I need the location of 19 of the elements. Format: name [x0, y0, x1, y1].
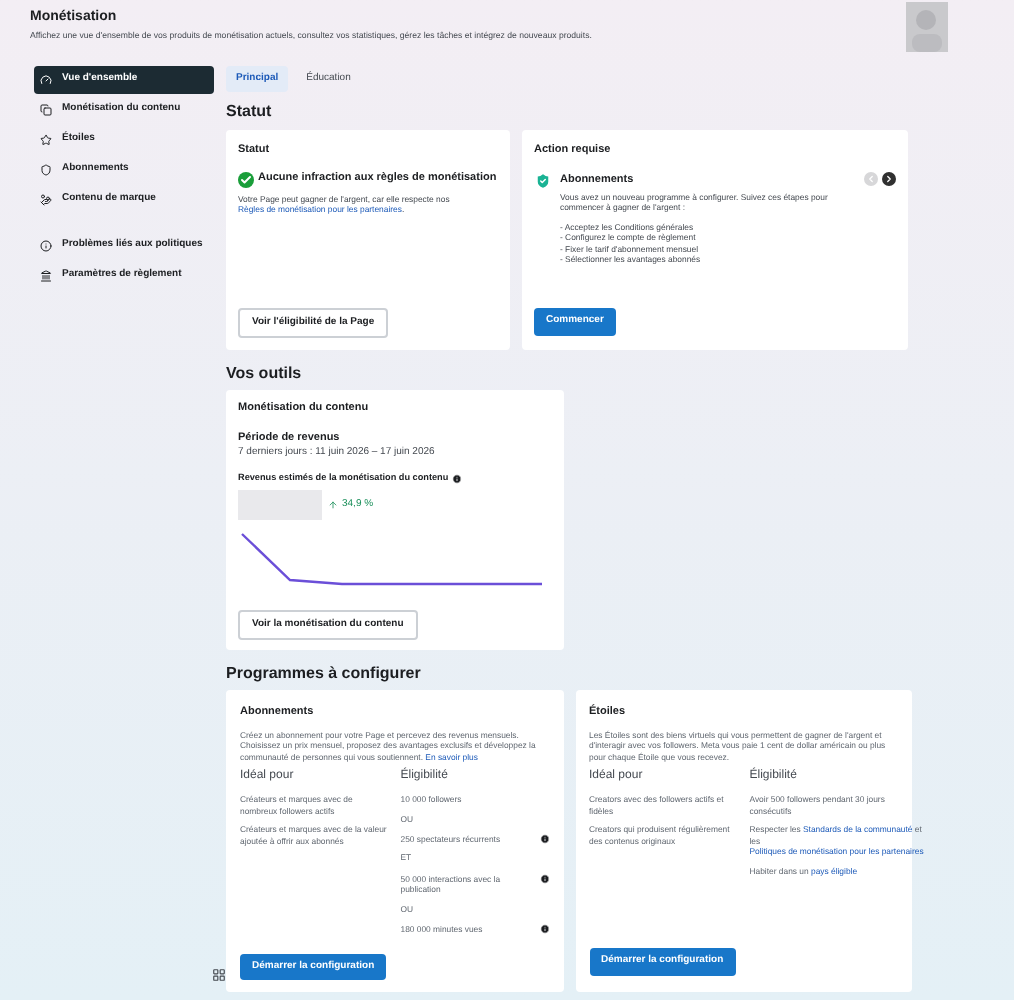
grid-icon[interactable] [212, 968, 226, 982]
info-icon[interactable] [539, 833, 549, 844]
section-heading: Vos outils [226, 362, 304, 387]
next-button[interactable] [882, 172, 896, 187]
info-icon[interactable] [452, 474, 463, 485]
bank-icon [40, 269, 52, 282]
info-icon [40, 239, 52, 252]
shield-icon [534, 171, 552, 190]
check-icon [238, 171, 254, 188]
gauge-icon [40, 73, 52, 86]
section-heading: Programmes à configurer [226, 662, 423, 687]
section-heading: Statut [226, 100, 274, 125]
info-icon[interactable] [539, 873, 549, 884]
shield-icon [40, 163, 52, 176]
arrow-up-icon [328, 500, 338, 511]
star-icon [40, 133, 52, 146]
copy-icon [40, 103, 52, 116]
info-icon[interactable] [539, 924, 549, 935]
hand-coins-icon [40, 193, 52, 206]
